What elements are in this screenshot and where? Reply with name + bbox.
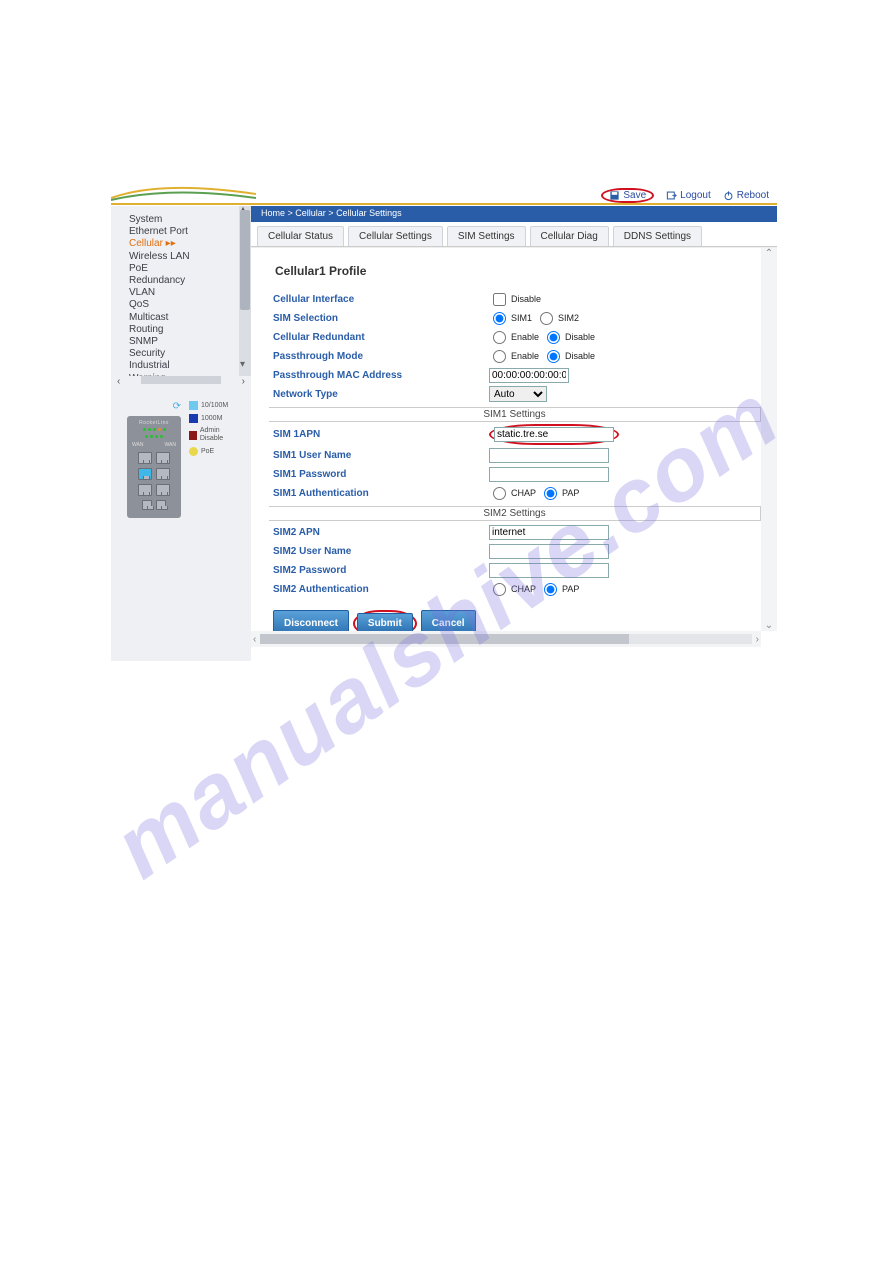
nav-list: SystemEthernet PortCellular ▸▸Wireless L…	[111, 206, 239, 376]
tab-ddns-settings[interactable]: DDNS Settings	[613, 226, 702, 246]
cellular-interface-disable-checkbox[interactable]	[493, 293, 506, 306]
tab-cellular-status[interactable]: Cellular Status	[257, 226, 344, 246]
crumb-current: Cellular Settings	[336, 208, 402, 218]
save-label: Save	[623, 190, 646, 201]
label-sim2-password: SIM2 Password	[269, 565, 489, 576]
passthrough-mac-input[interactable]	[489, 368, 569, 383]
sim2-password-input[interactable]	[489, 563, 609, 578]
logout-label: Logout	[680, 190, 711, 201]
label-cellular-redundant: Cellular Redundant	[269, 332, 489, 343]
sim2-radio[interactable]	[540, 312, 553, 325]
nav-scrollbar[interactable]: ▴ ▾	[239, 206, 251, 376]
label-sim2-user: SIM2 User Name	[269, 546, 489, 557]
reboot-label: Reboot	[737, 190, 769, 201]
label-sim-selection: SIM Selection	[269, 313, 489, 324]
breadcrumb: Home > Cellular > Cellular Settings	[251, 206, 777, 222]
label-sim1-password: SIM1 Password	[269, 469, 489, 480]
device-panel: ⟳ RocketLinx WANWAN 10/100M 1000M Admin …	[121, 395, 245, 524]
sim2-apn-input[interactable]	[489, 525, 609, 540]
nav-item-vlan[interactable]: VLAN	[129, 287, 239, 299]
label-sim2-apn: SIM2 APN	[269, 527, 489, 538]
app-shell: Save Logout Reboot SystemEthernet PortCe…	[111, 186, 777, 661]
redundant-disable-radio[interactable]	[547, 331, 560, 344]
device-diagram: RocketLinx WANWAN	[127, 416, 181, 518]
nav-item-wireless-lan[interactable]: Wireless LAN	[129, 251, 239, 263]
sim1-settings-header: SIM1 Settings	[269, 407, 761, 422]
crumb-home[interactable]: Home	[261, 208, 285, 218]
nav-h-scroll[interactable]: ‹›	[111, 376, 251, 387]
scrollbar-thumb[interactable]	[240, 210, 250, 310]
label-network-type: Network Type	[269, 389, 489, 400]
sim2-settings-header: SIM2 Settings	[269, 506, 761, 521]
nav-item-snmp[interactable]: SNMP	[129, 336, 239, 348]
sim2-auth-pap-radio[interactable]	[544, 583, 557, 596]
form-content: Cellular1 Profile Cellular Interface Dis…	[251, 248, 761, 631]
tab-cellular-settings[interactable]: Cellular Settings	[348, 226, 443, 246]
content-hscrollbar[interactable]: ‹›	[251, 631, 761, 647]
nav-item-system[interactable]: System	[129, 214, 239, 226]
top-toolbar: Save Logout Reboot	[601, 186, 769, 204]
sim1-user-input[interactable]	[489, 448, 609, 463]
sim2-auth-chap-radio[interactable]	[493, 583, 506, 596]
passthrough-disable-radio[interactable]	[547, 350, 560, 363]
crumb-cellular[interactable]: Cellular	[295, 208, 326, 218]
header-divider	[111, 203, 777, 205]
label-passthrough-mode: Passthrough Mode	[269, 351, 489, 362]
label-sim1-apn: SIM 1APN	[269, 429, 489, 440]
nav-item-poe[interactable]: PoE	[129, 263, 239, 275]
sidebar: SystemEthernet PortCellular ▸▸Wireless L…	[111, 206, 251, 661]
sim1-password-input[interactable]	[489, 467, 609, 482]
nav-item-multicast[interactable]: Multicast	[129, 312, 239, 324]
refresh-icon[interactable]: ⟳	[127, 401, 181, 412]
nav-item-ethernet-port[interactable]: Ethernet Port	[129, 226, 239, 238]
sim1-radio[interactable]	[493, 312, 506, 325]
label-sim1-user: SIM1 User Name	[269, 450, 489, 461]
label-passthrough-mac: Passthrough MAC Address	[269, 370, 489, 381]
sim2-user-input[interactable]	[489, 544, 609, 559]
content-vscrollbar[interactable]: ⌃⌄	[761, 248, 777, 631]
nav-item-warning[interactable]: Warning	[129, 373, 239, 376]
port-legend: 10/100M 1000M Admin Disable PoE	[189, 401, 239, 456]
nav-item-routing[interactable]: Routing	[129, 324, 239, 336]
passthrough-enable-radio[interactable]	[493, 350, 506, 363]
tab-cellular-diag[interactable]: Cellular Diag	[530, 226, 609, 246]
nav-item-cellular-[interactable]: Cellular ▸▸	[129, 238, 239, 250]
nav-item-qos[interactable]: QoS	[129, 299, 239, 311]
tab-bar: Cellular StatusCellular SettingsSIM Sett…	[251, 222, 777, 247]
power-icon	[723, 190, 734, 201]
redundant-enable-radio[interactable]	[493, 331, 506, 344]
save-icon	[609, 190, 620, 201]
nav-item-security[interactable]: Security	[129, 348, 239, 360]
logout-button[interactable]: Logout	[666, 190, 711, 201]
nav-item-redundancy[interactable]: Redundancy	[129, 275, 239, 287]
sim1-auth-chap-radio[interactable]	[493, 487, 506, 500]
logo-swoosh	[111, 186, 256, 202]
label-cellular-interface: Cellular Interface	[269, 294, 489, 305]
sim1-auth-pap-radio[interactable]	[544, 487, 557, 500]
label-sim2-auth: SIM2 Authentication	[269, 584, 489, 595]
sim1-apn-input[interactable]	[494, 427, 614, 442]
logout-icon	[666, 190, 677, 201]
section-title: Cellular1 Profile	[275, 264, 761, 278]
reboot-button[interactable]: Reboot	[723, 190, 769, 201]
tab-sim-settings[interactable]: SIM Settings	[447, 226, 526, 246]
save-button[interactable]: Save	[601, 188, 654, 203]
main-panel: Home > Cellular > Cellular Settings Cell…	[251, 206, 777, 661]
label-sim1-auth: SIM1 Authentication	[269, 488, 489, 499]
nav-item-industrial[interactable]: Industrial	[129, 360, 239, 372]
network-type-select[interactable]: Auto	[489, 386, 547, 402]
